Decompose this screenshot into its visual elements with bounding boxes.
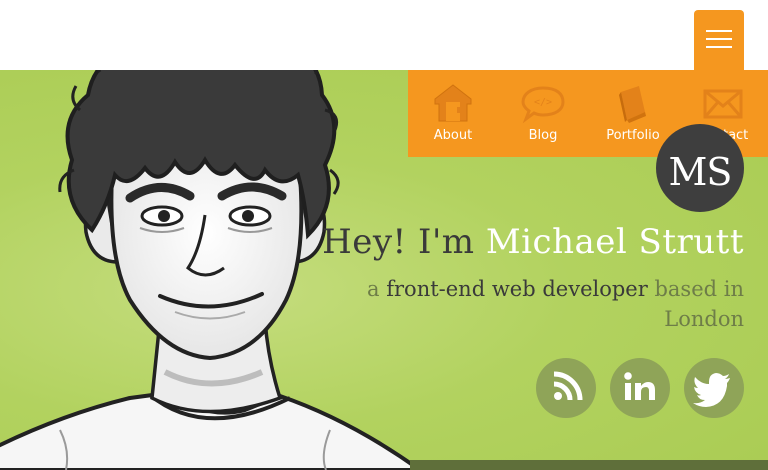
twitter-bird-icon <box>693 373 730 407</box>
cartoon-portrait-illustration <box>0 70 424 470</box>
monogram-text: MS <box>668 150 733 194</box>
menu-toggle-button[interactable] <box>694 10 744 70</box>
book-icon <box>619 86 646 123</box>
twitter-button[interactable] <box>684 358 744 418</box>
nav-item-label: Blog <box>528 128 558 143</box>
tagline-location: based in London <box>654 277 744 331</box>
nav-item-about[interactable]: About <box>408 70 498 157</box>
code-speech-bubble-icon: </> <box>521 86 565 124</box>
bottom-strip <box>410 460 768 470</box>
rss-button[interactable] <box>536 358 596 418</box>
author-name: Michael Strutt <box>485 222 744 262</box>
top-bar <box>0 0 768 70</box>
linkedin-icon <box>624 372 655 400</box>
hamburger-icon-line <box>706 46 732 48</box>
tagline: a front-end web developer based in Londo… <box>364 274 744 334</box>
tagline-role: front-end web developer <box>386 277 648 301</box>
hamburger-icon-line <box>706 38 732 40</box>
rss-icon <box>553 371 583 401</box>
svg-text:</>: </> <box>534 97 552 108</box>
monogram-logo: MS <box>656 124 744 212</box>
tagline-prefix: a <box>367 277 380 301</box>
page-title: Hey! I'm Michael Strutt <box>322 222 744 262</box>
nav-item-label: About <box>433 128 473 143</box>
linkedin-button[interactable] <box>610 358 670 418</box>
hamburger-icon <box>706 30 732 32</box>
envelope-icon <box>703 89 743 119</box>
nav-item-blog[interactable]: </> Blog <box>498 70 588 157</box>
greeting-text: Hey! I'm <box>322 222 475 262</box>
house-icon <box>434 84 472 122</box>
